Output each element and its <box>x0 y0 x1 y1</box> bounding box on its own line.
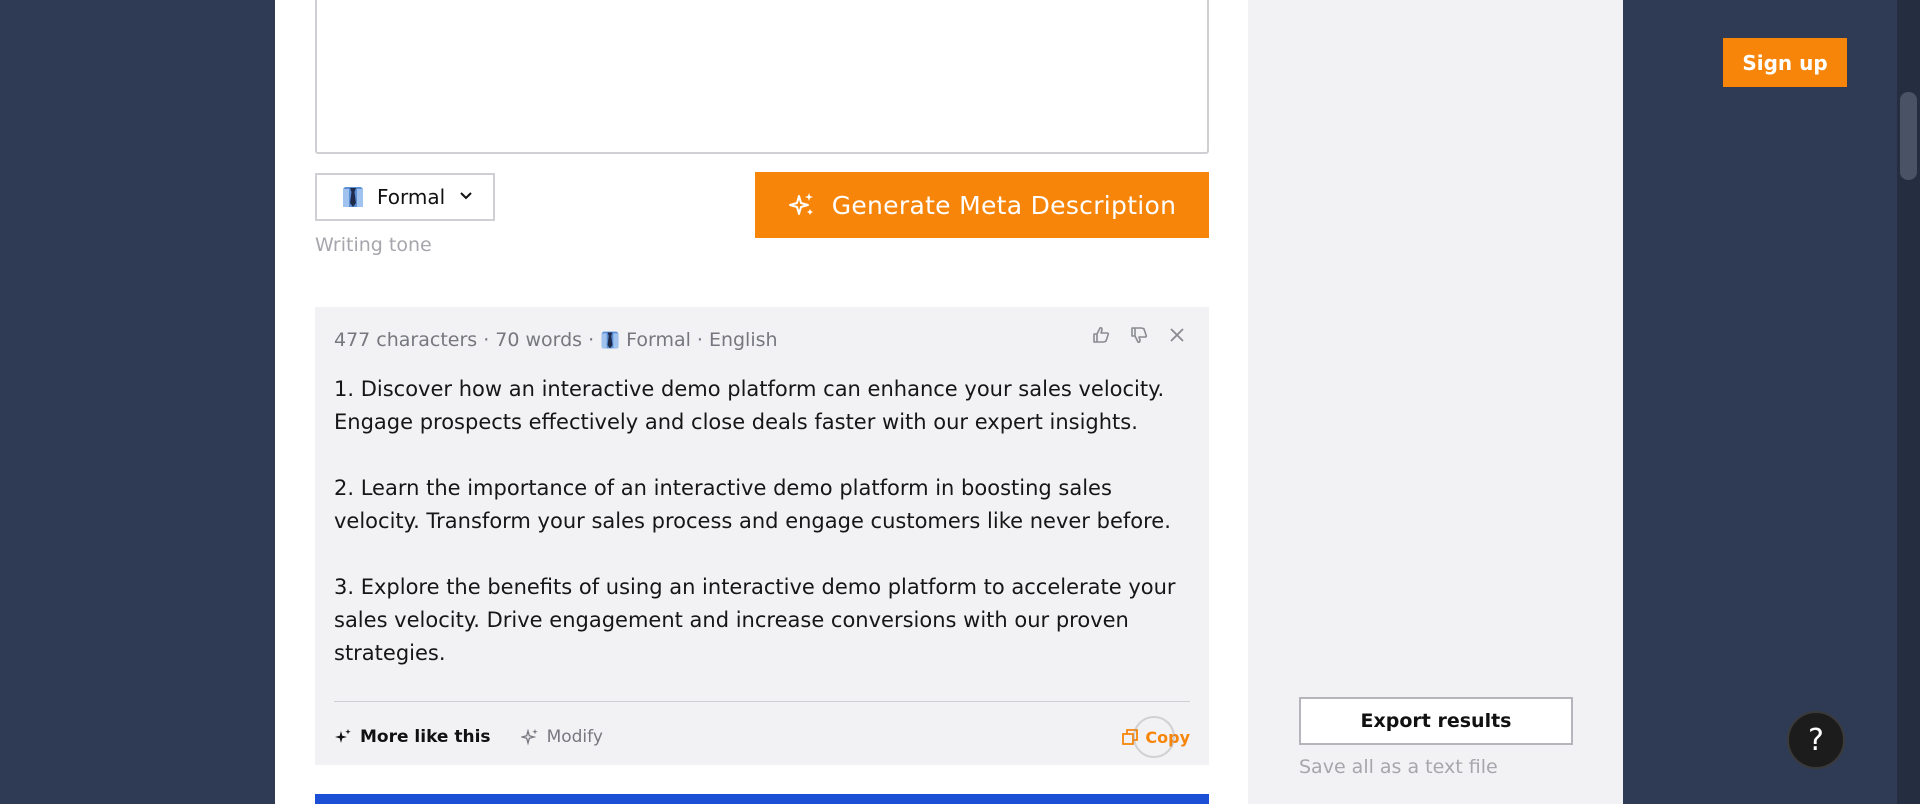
meta-separator: · <box>696 329 703 351</box>
modify-button[interactable]: Modify <box>520 727 603 747</box>
close-icon[interactable] <box>1167 325 1187 345</box>
thumbs-up-icon[interactable] <box>1091 325 1111 345</box>
generate-meta-description-button[interactable]: Generate Meta Description <box>755 172 1209 238</box>
cursor-focus-ring <box>1133 715 1176 758</box>
result-paragraph: 3. Explore the benefits of using an inte… <box>334 575 1176 665</box>
result-feedback-actions <box>1091 325 1187 345</box>
more-like-this-button[interactable]: More like this <box>334 727 491 747</box>
generate-label: Generate Meta Description <box>831 190 1177 220</box>
thumbs-down-icon[interactable] <box>1129 325 1149 345</box>
next-section-bar <box>315 794 1209 804</box>
sign-up-button[interactable]: Sign up <box>1723 38 1847 87</box>
result-tone: Formal <box>626 329 691 351</box>
result-footer: More like this Modify Copy <box>334 715 1190 758</box>
result-text: 1. Discover how an interactive demo plat… <box>334 373 1194 670</box>
word-count: 70 words <box>495 329 583 351</box>
sparkles-icon <box>335 729 351 743</box>
topic-textarea[interactable] <box>315 0 1209 154</box>
result-paragraph: 2. Learn the importance of an interactiv… <box>334 476 1171 533</box>
result-card: 477 characters · 70 words · Formal · Eng… <box>315 307 1209 765</box>
result-language: English <box>708 329 778 351</box>
result-meta: 477 characters · 70 words · Formal · Eng… <box>334 329 778 351</box>
more-like-this-label: More like this <box>360 727 491 747</box>
scrollbar-thumb[interactable] <box>1900 92 1917 180</box>
chevron-down-icon <box>459 189 473 205</box>
copy-button[interactable]: Copy <box>1121 715 1190 758</box>
modify-label: Modify <box>546 727 603 747</box>
sparkles-icon <box>520 728 538 746</box>
necktie-icon <box>343 187 363 207</box>
results-sidebar <box>1248 0 1623 804</box>
tone-caption: Writing tone <box>315 234 432 256</box>
card-divider <box>334 701 1190 702</box>
export-results-button[interactable]: Export results <box>1299 697 1573 745</box>
tone-selected-label: Formal <box>377 185 446 209</box>
result-paragraph: 1. Discover how an interactive demo plat… <box>334 377 1165 434</box>
char-count: 477 characters <box>334 329 478 351</box>
export-caption: Save all as a text file <box>1299 756 1498 778</box>
necktie-icon <box>601 331 619 349</box>
help-button[interactable]: ? <box>1787 711 1845 769</box>
writing-tone-dropdown[interactable]: Formal <box>315 173 495 221</box>
meta-separator: · <box>483 329 490 351</box>
meta-separator: · <box>588 329 595 351</box>
sparkles-icon <box>788 193 813 215</box>
